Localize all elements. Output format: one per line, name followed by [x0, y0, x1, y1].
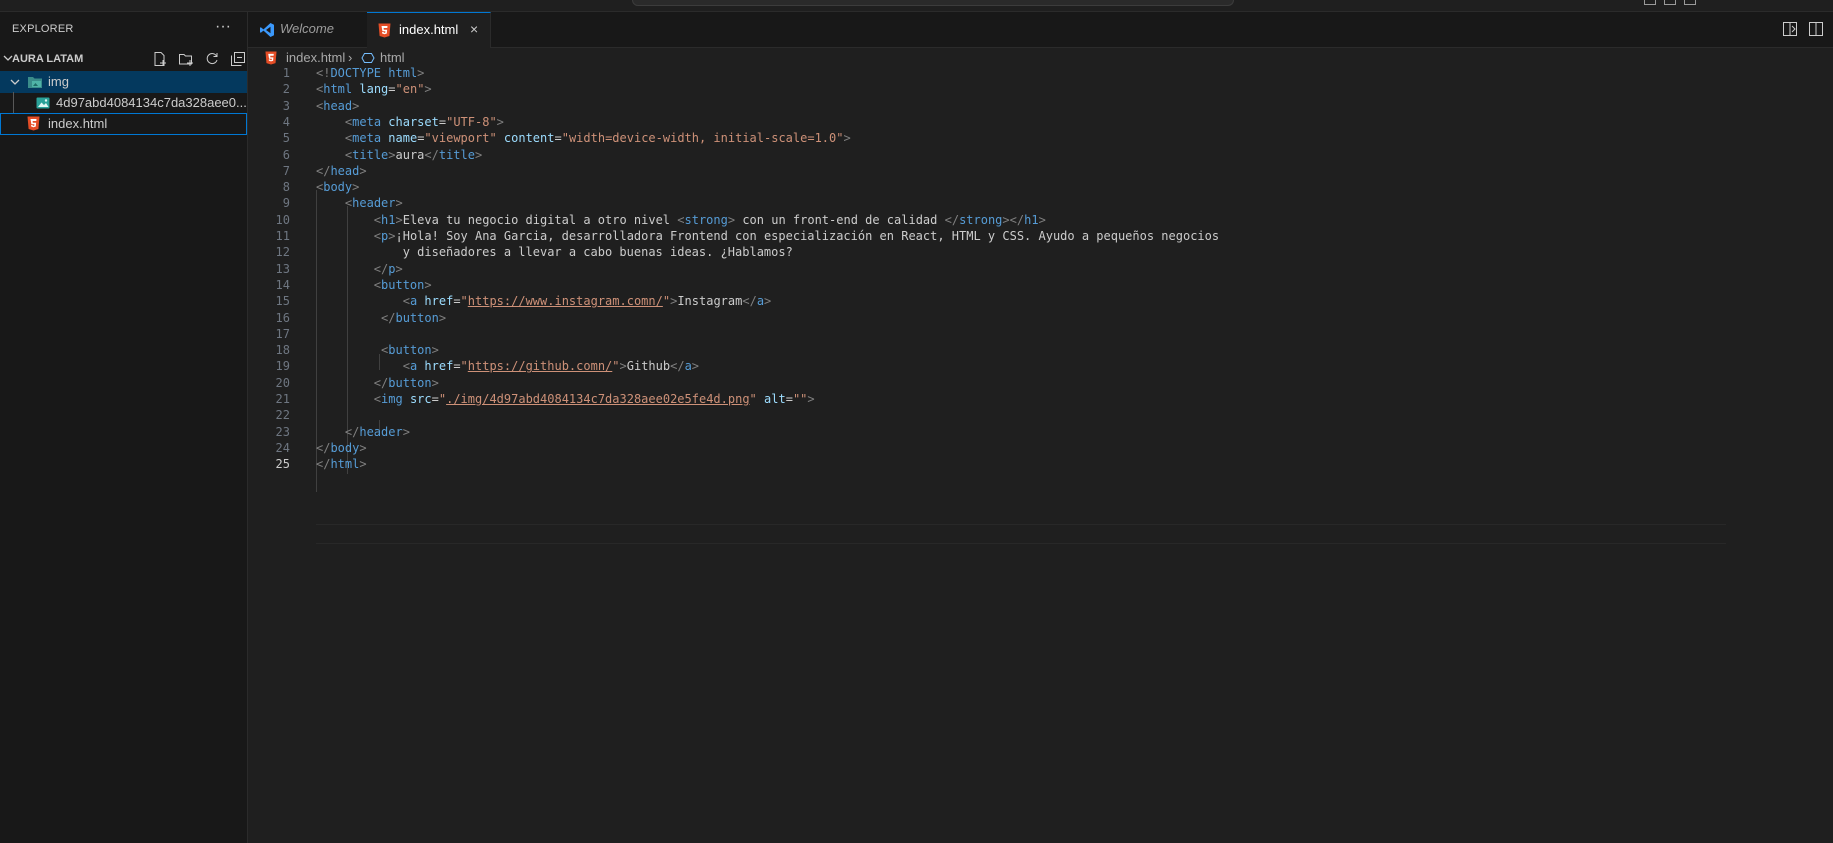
image-folder-icon: [28, 77, 42, 88]
code-line: y diseñadores a llevar a cabo buenas ide…: [316, 245, 793, 260]
tab-welcome[interactable]: Welcome: [248, 12, 368, 47]
code-editor[interactable]: 1 2 3 4 5 6 7 8 9 10 11 12 13 14 15 16 17 18 19 20 21 22 23 24 2…: [248, 66, 1833, 843]
line-number: 12: [275, 245, 290, 260]
line-number: 23: [275, 424, 290, 439]
line-number: 18: [275, 343, 290, 358]
tree-item-label: index.html: [48, 116, 108, 131]
line-number: 6: [282, 147, 290, 162]
collapse-all-icon[interactable]: [230, 51, 246, 67]
html-file-icon: [265, 51, 277, 65]
explorer-title: EXPLORER: [12, 23, 74, 35]
breadcrumb-separator: ›: [348, 50, 353, 65]
open-preview-icon[interactable]: [1783, 22, 1797, 36]
code-line: <a href="https://github.comn/">Github</a…: [402, 359, 700, 374]
new-file-icon[interactable]: [152, 51, 168, 67]
breadcrumb-symbol[interactable]: html: [380, 50, 405, 65]
split-editor-icon[interactable]: [1809, 22, 1823, 36]
breadcrumb-file[interactable]: index.html: [286, 50, 345, 65]
more-actions-icon[interactable]: ···: [215, 18, 231, 36]
breadcrumb: index.html › html: [248, 48, 1833, 68]
line-number: 21: [275, 392, 290, 406]
code-line: </header>: [344, 424, 410, 439]
refresh-icon[interactable]: [204, 51, 220, 67]
code-line: <title>aura</title>: [344, 147, 483, 162]
line-number: 25: [275, 457, 290, 472]
code-line: <img src="./img/4d97abd4084134c7da328aee…: [373, 392, 815, 406]
explorer-sidebar: EXPLORER ··· AURA LATAM img 4d97abd40841…: [0, 12, 248, 843]
line-number: 8: [282, 180, 290, 195]
command-center[interactable]: [632, 0, 1234, 6]
code-line: </button>: [381, 310, 447, 325]
code-line: <body>: [316, 180, 360, 195]
code-line: </body>: [316, 440, 367, 455]
workspace-section-header[interactable]: AURA LATAM: [0, 49, 247, 71]
tree-item-label: img: [48, 74, 69, 89]
editor-tab-bar: Welcome index.html ×: [248, 12, 1833, 49]
code-line: </head>: [316, 163, 367, 178]
line-number: 19: [275, 359, 290, 374]
code-line: <p>¡Hola! Soy Ana Garcia, desarrolladora…: [373, 229, 1220, 243]
code-line: <meta charset="UTF-8">: [344, 114, 504, 129]
line-number: 10: [275, 212, 290, 227]
line-number: 17: [275, 326, 290, 341]
code-line: <h1>Eleva tu negocio digital a otro nive…: [373, 212, 1046, 227]
vscode-logo-icon: [260, 23, 274, 37]
line-number: 24: [275, 440, 290, 455]
tree-folder-img[interactable]: img: [0, 71, 247, 93]
panel-toggle-icon[interactable]: [1664, 0, 1676, 5]
line-number: 4: [282, 114, 290, 129]
workspace-title: AURA LATAM: [12, 53, 84, 65]
line-number: 14: [275, 277, 290, 292]
sidebar-toggle-icon[interactable]: [1684, 0, 1696, 5]
tab-label: Welcome: [280, 21, 334, 36]
code-line: <!DOCTYPE html>: [316, 66, 425, 80]
code-line: <a href="https://www.instagram.comn/">In…: [402, 294, 772, 309]
tab-index-html[interactable]: index.html ×: [367, 12, 491, 49]
tab-label: index.html: [399, 22, 459, 37]
code-line: <html lang="en">: [316, 82, 432, 97]
html-file-icon: [378, 23, 391, 38]
new-folder-icon[interactable]: [178, 51, 194, 67]
line-number: 13: [275, 261, 290, 276]
line-number: 5: [282, 131, 290, 146]
chevron-down-icon: [10, 79, 20, 85]
code-line: </html>: [316, 457, 367, 472]
line-number: 3: [282, 98, 290, 113]
line-number: 9: [282, 196, 290, 211]
line-number: 20: [275, 375, 290, 390]
code-line: <meta name="viewport" content="width=dev…: [344, 131, 851, 146]
html-file-icon: [27, 116, 40, 131]
current-line-highlight: [316, 524, 1726, 544]
line-number: 7: [282, 163, 290, 178]
line-number: 1: [282, 66, 290, 80]
code-line: </p>: [373, 261, 403, 276]
image-file-icon: [36, 97, 50, 109]
line-number: 22: [275, 408, 290, 423]
code-line: <button>: [381, 343, 439, 358]
symbol-element-icon: [361, 53, 375, 63]
tree-item-label: 4d97abd4084134c7da328aee0...: [56, 95, 247, 110]
line-number: 16: [275, 310, 290, 325]
code-line: <button>: [373, 277, 432, 292]
line-number: 15: [275, 294, 290, 309]
line-number: 2: [282, 82, 290, 97]
tree-file-image[interactable]: 4d97abd4084134c7da328aee0...: [0, 92, 247, 114]
code-line: <header>: [344, 196, 403, 211]
code-line: </button>: [373, 375, 439, 390]
code-line: <head>: [316, 98, 360, 113]
layout-toggle-icon[interactable]: [1644, 0, 1656, 5]
title-bar: [0, 0, 1833, 12]
line-number: 11: [275, 229, 290, 243]
tree-file-index-html[interactable]: index.html: [0, 113, 247, 135]
close-icon[interactable]: ×: [470, 21, 478, 37]
